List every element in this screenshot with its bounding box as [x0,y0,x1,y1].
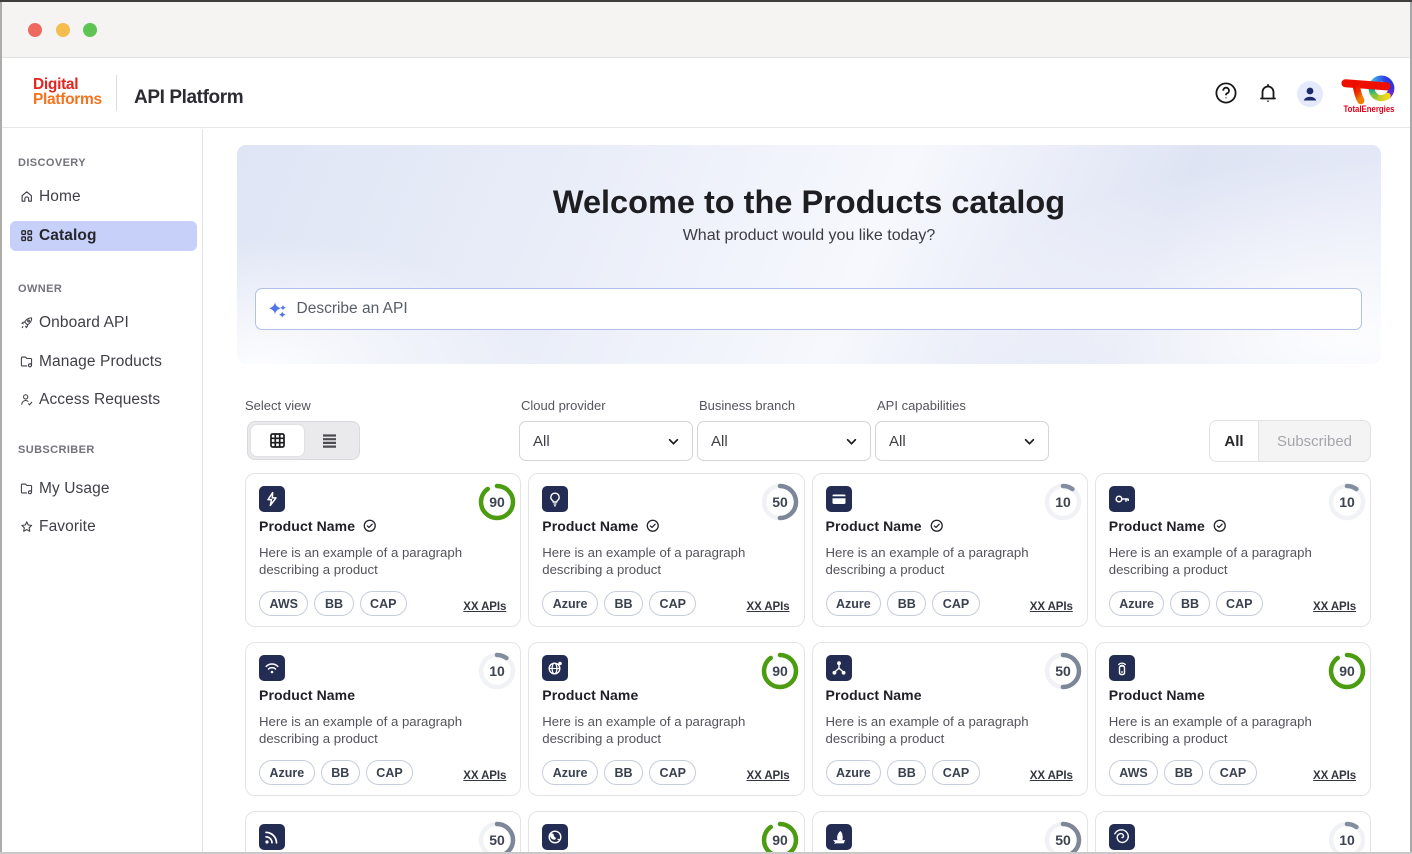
svg-text:TotalEnergies: TotalEnergies [1344,104,1395,115]
svg-text:90: 90 [1339,663,1355,679]
svg-text:50: 50 [1055,832,1071,848]
svg-text:90: 90 [772,832,788,848]
svg-text:10: 10 [1339,494,1355,510]
svg-text:10: 10 [489,663,505,679]
svg-text:50: 50 [1055,663,1071,679]
svg-text:50: 50 [772,494,788,510]
svg-text:10: 10 [1055,494,1071,510]
svg-text:50: 50 [489,832,505,848]
svg-text:10: 10 [1339,832,1355,848]
svg-text:90: 90 [489,494,505,510]
svg-text:90: 90 [772,663,788,679]
